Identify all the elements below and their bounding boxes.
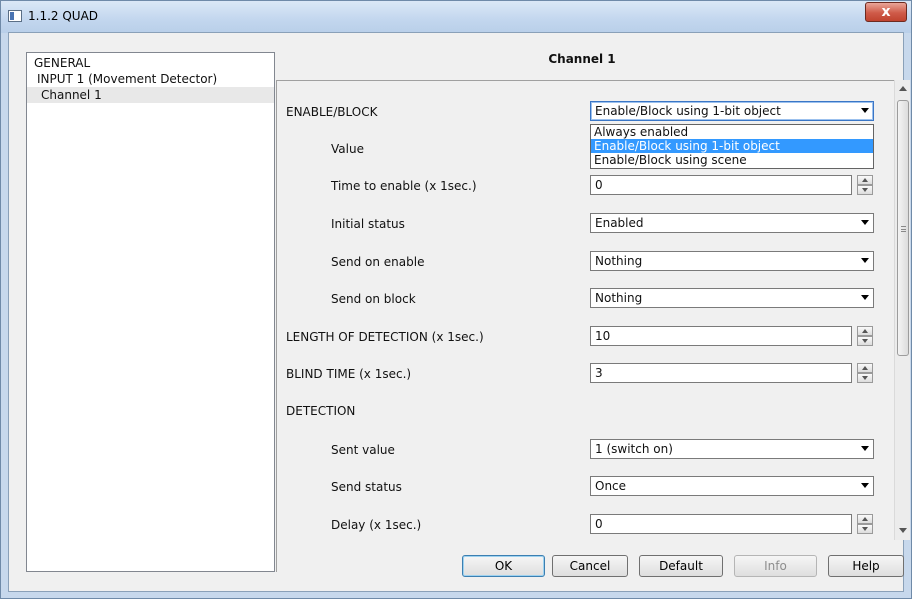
help-button[interactable]: Help: [828, 555, 904, 577]
default-button[interactable]: Default: [639, 555, 723, 577]
tree-item-general[interactable]: GENERAL: [27, 55, 274, 71]
dropdown-option-scene[interactable]: Enable/Block using scene: [591, 153, 873, 167]
channel-title: Channel 1: [548, 52, 616, 66]
chevron-down-icon: [861, 220, 869, 225]
spin-down-icon[interactable]: [857, 524, 873, 534]
delay-input[interactable]: 0: [590, 514, 852, 534]
blind-time-label: BLIND TIME (x 1sec.): [286, 367, 412, 381]
parameter-tree: GENERAL INPUT 1 (Movement Detector) Chan…: [26, 52, 275, 572]
delay-label: Delay (x 1sec.): [331, 518, 422, 532]
dropdown-option-1-bit-object[interactable]: Enable/Block using 1-bit object: [591, 139, 873, 153]
time-to-enable-spinner[interactable]: [857, 175, 873, 195]
chevron-down-icon: [861, 258, 869, 263]
tree-item-input-1[interactable]: INPUT 1 (Movement Detector): [27, 71, 274, 87]
send-on-block-combo[interactable]: Nothing: [590, 288, 874, 308]
initial-status-combo[interactable]: Enabled: [590, 213, 874, 233]
enable-block-label: ENABLE/BLOCK: [286, 105, 378, 119]
send-status-label: Send status: [331, 480, 402, 494]
sent-value-label: Sent value: [331, 443, 395, 457]
length-of-detection-input[interactable]: 10: [590, 326, 852, 346]
vertical-scrollbar[interactable]: [894, 80, 910, 540]
enable-block-dropdown-list[interactable]: Always enabled Enable/Block using 1-bit …: [590, 124, 874, 169]
send-status-combo-value: Once: [595, 479, 627, 493]
enable-block-combo[interactable]: Enable/Block using 1-bit object: [590, 101, 874, 121]
chevron-down-icon: [861, 108, 869, 113]
enable-block-combo-value: Enable/Block using 1-bit object: [595, 104, 781, 118]
spin-up-icon[interactable]: [857, 326, 873, 336]
spin-up-icon[interactable]: [857, 175, 873, 185]
initial-status-combo-value: Enabled: [595, 216, 644, 230]
info-button: Info: [734, 555, 817, 577]
send-on-enable-combo[interactable]: Nothing: [590, 251, 874, 271]
spin-down-icon[interactable]: [857, 373, 873, 383]
chevron-down-icon: [861, 295, 869, 300]
send-on-block-combo-value: Nothing: [595, 291, 643, 305]
send-on-enable-label: Send on enable: [331, 255, 425, 269]
send-on-block-label: Send on block: [331, 292, 416, 306]
blind-time-spinner[interactable]: [857, 363, 873, 383]
time-to-enable-label: Time to enable (x 1sec.): [331, 179, 477, 193]
length-of-detection-label: LENGTH OF DETECTION (x 1sec.): [286, 330, 484, 344]
ok-button[interactable]: OK: [462, 555, 545, 577]
chevron-down-icon: [861, 446, 869, 451]
time-to-enable-input[interactable]: 0: [590, 175, 852, 195]
dropdown-option-always-enabled[interactable]: Always enabled: [591, 125, 873, 139]
scrollbar-thumb[interactable]: [897, 100, 909, 356]
spin-down-icon[interactable]: [857, 336, 873, 346]
scroll-up-icon[interactable]: [899, 86, 907, 91]
value-label: Value: [331, 142, 364, 156]
spin-up-icon[interactable]: [857, 363, 873, 373]
spin-down-icon[interactable]: [857, 185, 873, 195]
grip-icon: [901, 226, 906, 232]
scroll-down-icon[interactable]: [899, 528, 907, 533]
sent-value-combo-value: 1 (switch on): [595, 442, 673, 456]
send-status-combo[interactable]: Once: [590, 476, 874, 496]
cancel-button[interactable]: Cancel: [552, 555, 628, 577]
spin-up-icon[interactable]: [857, 514, 873, 524]
send-on-enable-combo-value: Nothing: [595, 254, 643, 268]
parameters-panel: ENABLE/BLOCK Enable/Block using 1-bit ob…: [276, 80, 894, 572]
chevron-down-icon: [861, 483, 869, 488]
blind-time-input[interactable]: 3: [590, 363, 852, 383]
length-of-detection-spinner[interactable]: [857, 326, 873, 346]
detection-label: DETECTION: [286, 404, 356, 418]
sent-value-combo[interactable]: 1 (switch on): [590, 439, 874, 459]
tree-item-channel-1[interactable]: Channel 1: [27, 87, 274, 103]
initial-status-label: Initial status: [331, 217, 405, 231]
delay-spinner[interactable]: [857, 514, 873, 534]
